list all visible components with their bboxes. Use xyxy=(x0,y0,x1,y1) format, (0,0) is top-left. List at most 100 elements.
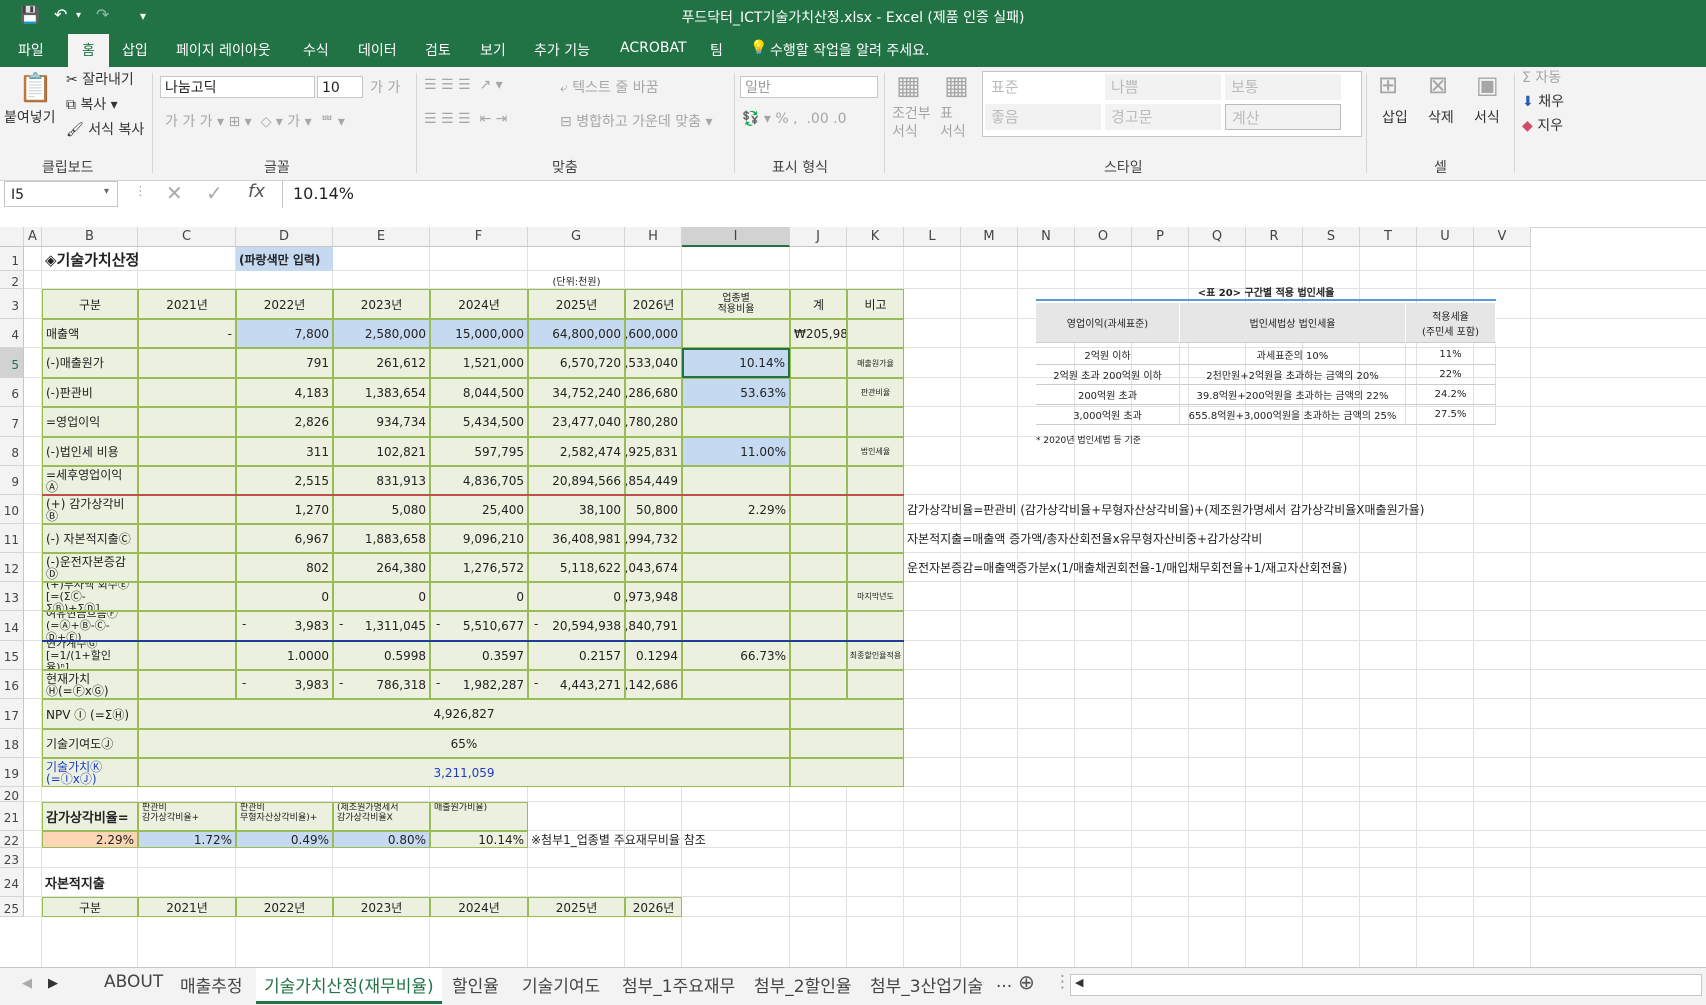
ratio-cell[interactable]: 66.73% xyxy=(682,641,790,670)
row-label[interactable]: (-) 자본적지출Ⓒ xyxy=(42,524,138,553)
npv-label[interactable]: NPV Ⓘ (=ΣⒽ) xyxy=(42,699,138,729)
data-cell[interactable] xyxy=(138,670,236,699)
data-cell[interactable]: 9,096,210 xyxy=(430,524,528,553)
row-header[interactable]: 4 xyxy=(0,319,24,348)
scroll-left-icon[interactable]: ◀ xyxy=(22,976,32,991)
ratio-cell[interactable] xyxy=(682,670,790,699)
note-cell[interactable] xyxy=(847,495,904,524)
ratio-cell[interactable] xyxy=(682,524,790,553)
note-cell[interactable] xyxy=(847,670,904,699)
npv-blank[interactable] xyxy=(790,699,904,729)
row-label[interactable]: (+)투자액 회수Ⓔ [=(ΣⒸ-ΣⒷ)+ΣⒹ] xyxy=(42,582,138,611)
data-cell[interactable]: 1,521,000 xyxy=(430,348,528,378)
wrap-text-button[interactable]: ⤶ 텍스트 줄 바꿈 xyxy=(560,77,658,97)
enter-icon[interactable]: ✓ xyxy=(206,181,223,205)
data-cell[interactable]: 5,510,677 xyxy=(430,611,528,641)
tech-value-blank[interactable] xyxy=(790,758,904,787)
sum-cell[interactable] xyxy=(790,582,847,611)
data-cell[interactable]: 15,000,000 xyxy=(430,319,528,348)
sheet-tab-attach3[interactable]: 첨부_3산업기술 xyxy=(870,972,983,997)
data-cell[interactable]: 2,515 xyxy=(236,466,333,495)
ratio-cell[interactable] xyxy=(682,582,790,611)
font-grow-icon[interactable]: 가 가 xyxy=(370,77,400,97)
reference-note[interactable]: ※첨부1_업종별 주요재무비율 참조 xyxy=(528,831,790,848)
row-header[interactable]: 2 xyxy=(0,271,24,289)
ratio-cell[interactable]: 53.63% xyxy=(682,378,790,407)
data-cell[interactable]: 6,967 xyxy=(236,524,333,553)
sum-cell[interactable] xyxy=(790,495,847,524)
capex-header[interactable]: 구분 xyxy=(42,897,138,917)
dep-value[interactable]: 10.14% xyxy=(430,831,528,848)
data-cell[interactable]: 4,443,271 xyxy=(528,670,625,699)
data-cell[interactable] xyxy=(138,348,236,378)
sum-cell[interactable]: ₩205,987,800 xyxy=(790,319,847,348)
data-cell[interactable]: 831,913 xyxy=(333,466,430,495)
data-cell[interactable]: 1.0000 xyxy=(236,641,333,670)
row-header[interactable]: 10 xyxy=(0,495,24,524)
note-cell[interactable]: 매출원가율 xyxy=(847,348,904,378)
bold-italic-underline-icons[interactable]: 가 가 가 ▾ ⊞ ▾ ◇ ▾ 가 ▾ ᄈ ▾ xyxy=(165,111,345,131)
tab-data[interactable]: 데이터 xyxy=(358,40,397,60)
note-cell[interactable] xyxy=(847,611,904,641)
npv-value[interactable]: 4,926,827 xyxy=(138,699,790,729)
capex-header[interactable]: 2022년 xyxy=(236,897,333,917)
row-header[interactable]: 16 xyxy=(0,670,24,699)
data-cell[interactable]: 0.3597 xyxy=(430,641,528,670)
data-cell[interactable]: 38,100 xyxy=(528,495,625,524)
font-name-dropdown[interactable]: 나눔고딕 xyxy=(160,76,315,98)
data-cell[interactable]: 39,854,449 xyxy=(625,466,682,495)
column-header[interactable]: P xyxy=(1132,227,1189,247)
table-header[interactable]: 비고 xyxy=(847,289,904,319)
style-neutral[interactable]: 보통 xyxy=(1225,74,1341,100)
number-format-dropdown[interactable]: 일반 xyxy=(740,76,878,98)
column-header[interactable]: G xyxy=(528,227,625,247)
formula-note[interactable]: 운전자본증감=매출액증가분x(1/매출채권회전율-1/매입채무회전율+1/재고자… xyxy=(904,553,1531,582)
contribution-value[interactable]: 65% xyxy=(138,729,790,758)
style-good[interactable]: 좋음 xyxy=(985,104,1101,130)
data-cell[interactable]: 4,183 xyxy=(236,378,333,407)
row-header[interactable]: 15 xyxy=(0,641,24,670)
data-cell[interactable]: 5,434,500 xyxy=(430,407,528,437)
data-cell[interactable]: 264,380 xyxy=(333,553,430,582)
data-cell[interactable]: 2,582,474 xyxy=(528,437,625,466)
column-header[interactable]: L xyxy=(904,227,961,247)
table-header[interactable]: 구분 xyxy=(42,289,138,319)
scroll-right-icon[interactable]: ▶ xyxy=(48,976,58,991)
column-header[interactable]: T xyxy=(1360,227,1417,247)
sum-cell[interactable] xyxy=(790,407,847,437)
row-label[interactable]: =세후영업이익Ⓐ xyxy=(42,466,138,495)
note-cell[interactable] xyxy=(847,407,904,437)
data-cell[interactable] xyxy=(138,495,236,524)
tell-me-search[interactable]: 수행할 작업을 알려 주세요. xyxy=(770,40,929,60)
paste-button[interactable]: 붙여넣기 xyxy=(4,107,56,127)
copy-button[interactable]: ⧉ 복사 ▾ xyxy=(66,94,118,114)
data-cell[interactable]: 0 xyxy=(333,582,430,611)
data-cell[interactable]: 261,612 xyxy=(333,348,430,378)
insert-function-icon[interactable]: fx xyxy=(248,181,265,202)
row-header[interactable]: 6 xyxy=(0,378,24,407)
sum-cell[interactable] xyxy=(790,437,847,466)
sheet-tab-about[interactable]: ABOUT xyxy=(104,972,163,992)
row-header[interactable]: 23 xyxy=(0,848,24,868)
data-cell[interactable] xyxy=(138,553,236,582)
scrollbar-left-arrow-icon[interactable]: ◀ xyxy=(1075,976,1083,989)
data-cell[interactable] xyxy=(138,437,236,466)
data-cell[interactable]: 0.5998 xyxy=(333,641,430,670)
name-box[interactable]: I5 xyxy=(4,181,118,207)
column-header[interactable]: D xyxy=(236,227,333,247)
column-header[interactable]: K xyxy=(847,227,904,247)
table-header[interactable]: 2021년 xyxy=(138,289,236,319)
tech-value[interactable]: 3,211,059 xyxy=(138,758,790,787)
data-cell[interactable]: 597,795 xyxy=(430,437,528,466)
contribution-label[interactable]: 기술기여도Ⓙ xyxy=(42,729,138,758)
cut-button[interactable]: ✂ 잘라내기 xyxy=(66,69,134,89)
data-cell[interactable]: 4,836,705 xyxy=(430,466,528,495)
select-all-corner[interactable] xyxy=(0,227,24,247)
data-cell[interactable]: 2,580,000 xyxy=(333,319,430,348)
delete-cells-button[interactable]: 삭제 xyxy=(1428,107,1454,127)
tech-value-label[interactable]: 기술가치Ⓚ (=ⒾxⒿ) xyxy=(42,758,138,787)
table-header[interactable]: 2024년 xyxy=(430,289,528,319)
add-sheet-icon[interactable]: ⊕ xyxy=(1018,970,1035,994)
data-cell[interactable]: 12,533,040 xyxy=(625,348,682,378)
sum-cell[interactable] xyxy=(790,466,847,495)
